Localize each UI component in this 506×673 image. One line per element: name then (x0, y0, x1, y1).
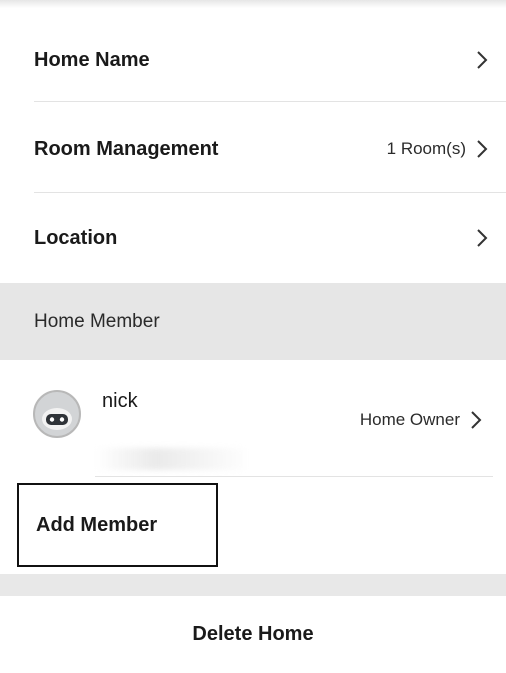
delete-home-button[interactable]: Delete Home (0, 596, 506, 673)
chevron-right-icon (472, 136, 492, 162)
member-name: nick (102, 390, 138, 412)
location-label: Location (34, 226, 118, 249)
chevron-right-icon (472, 47, 492, 73)
location-row[interactable]: Location (0, 196, 506, 280)
home-name-label: Home Name (34, 48, 150, 71)
home-member-section-header: Home Member (0, 283, 506, 360)
member-role-label: Home Owner (359, 410, 460, 429)
add-member-button[interactable]: Add Member (17, 483, 218, 567)
section-title: Home Member (34, 310, 160, 332)
member-role[interactable]: Home Owner (360, 407, 492, 433)
section-gap (0, 574, 506, 596)
divider (95, 476, 493, 477)
divider (34, 192, 506, 193)
member-account-blurred (95, 448, 245, 470)
delete-home-label: Delete Home (192, 623, 314, 645)
add-member-label: Add Member (36, 513, 158, 536)
robot-avatar-icon (33, 390, 81, 438)
room-management-label: Room Management (34, 137, 219, 160)
chevron-right-icon (466, 407, 486, 433)
home-name-row[interactable]: Home Name (0, 20, 506, 100)
divider (34, 101, 506, 102)
room-management-row[interactable]: Room Management 1 Room(s) (0, 108, 506, 190)
chevron-right-icon (472, 225, 492, 251)
top-shadow (0, 0, 506, 8)
room-count-value: 1 Room(s) (386, 139, 466, 158)
